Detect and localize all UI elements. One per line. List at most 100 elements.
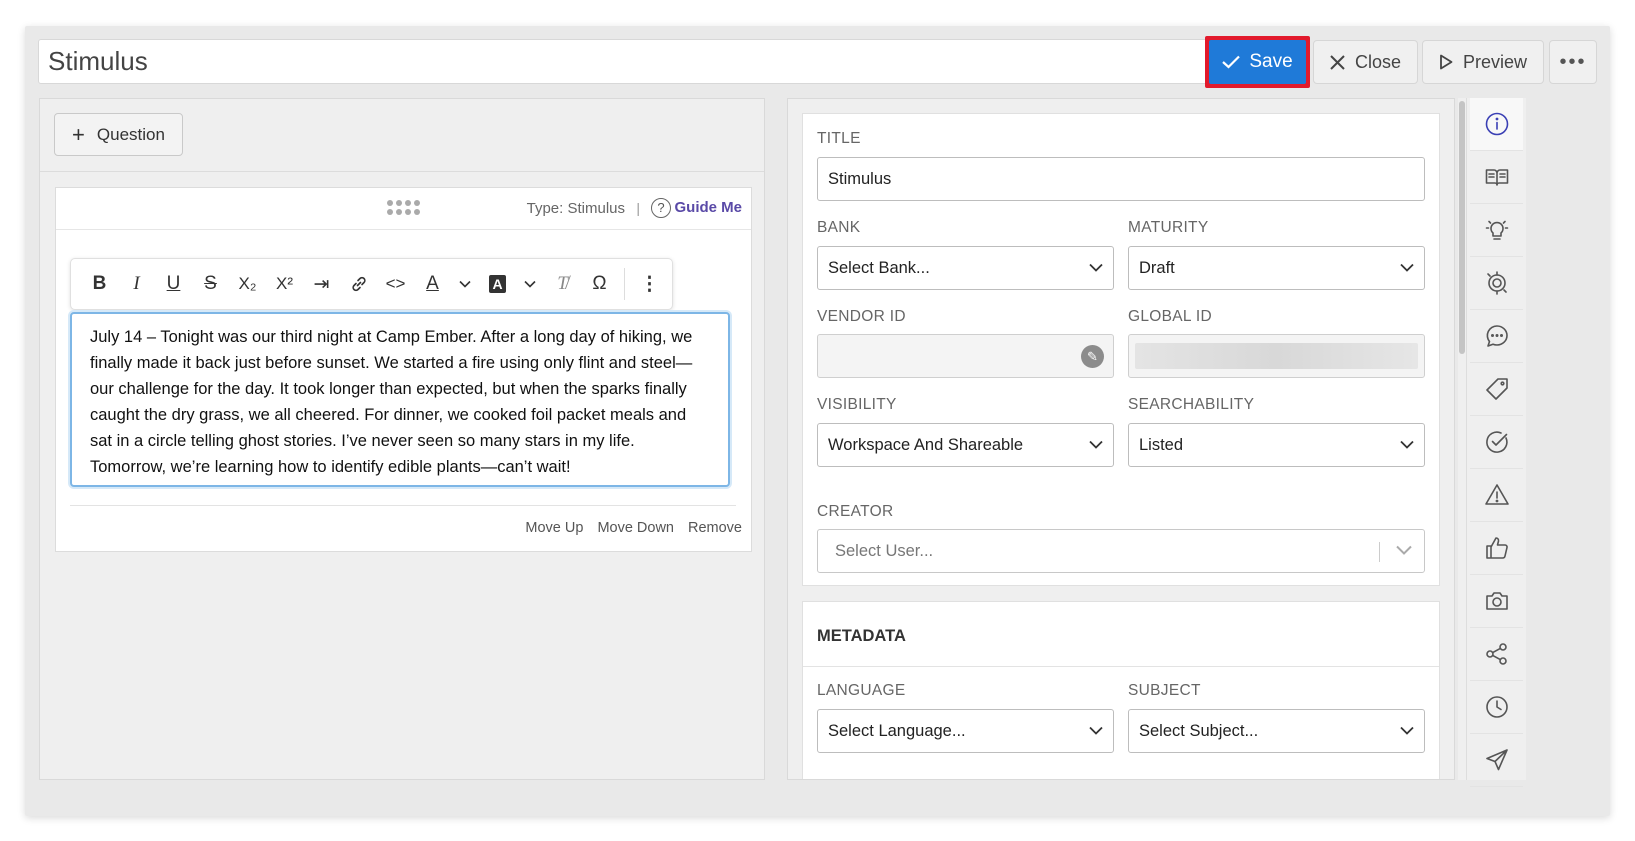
chevron-down-icon <box>524 280 536 288</box>
visibility-select[interactable]: Workspace And Shareable <box>817 423 1114 467</box>
card-header: Type: Stimulus | ? Guide Me <box>56 188 751 230</box>
add-question-button[interactable]: + Question <box>54 113 183 156</box>
drag-handle-icon[interactable] <box>387 200 421 216</box>
rail-book[interactable] <box>1470 151 1523 204</box>
side-rail <box>1466 98 1526 787</box>
redacted-value <box>1135 343 1418 369</box>
check-icon <box>1222 55 1241 69</box>
special-character-button[interactable]: Ω <box>581 268 618 300</box>
tag-icon <box>1485 378 1508 400</box>
preview-label: Preview <box>1462 51 1528 72</box>
language-value: Select Language... <box>828 722 966 740</box>
vendor-id-field[interactable]: ✎ <box>817 334 1114 378</box>
rail-lightbulb[interactable] <box>1470 204 1523 257</box>
link-button[interactable] <box>340 268 377 300</box>
lightbulb-icon <box>1485 220 1508 240</box>
highlight-dropdown[interactable] <box>516 268 544 300</box>
rail-share[interactable] <box>1470 628 1523 681</box>
subject-value: Select Subject... <box>1139 722 1259 740</box>
bank-select[interactable]: Select Bank... <box>817 246 1114 290</box>
divider <box>70 505 736 506</box>
subscript-button[interactable]: X₂ <box>229 268 266 300</box>
creator-label: CREATOR <box>817 503 894 520</box>
highlight-icon: A <box>489 275 506 293</box>
more-toolbar-button[interactable]: ⋮ <box>631 268 668 300</box>
bank-label: BANK <box>817 219 861 236</box>
plus-icon: + <box>72 121 85 147</box>
language-select[interactable]: Select Language... <box>817 709 1114 753</box>
searchability-select[interactable]: Listed <box>1128 423 1425 467</box>
font-color-button[interactable]: A <box>414 268 451 300</box>
maturity-value: Draft <box>1139 259 1175 277</box>
divider <box>40 171 764 172</box>
creator-select[interactable]: Select User... <box>817 529 1425 573</box>
rail-send[interactable] <box>1470 734 1523 787</box>
close-button[interactable]: Close <box>1313 40 1418 84</box>
rail-target[interactable] <box>1470 257 1523 310</box>
help-circle-icon[interactable]: ? <box>651 198 671 218</box>
searchability-label: SEARCHABILITY <box>1128 396 1255 413</box>
chevron-down-icon <box>1400 424 1414 466</box>
item-type-label: Type: Stimulus <box>526 200 625 217</box>
language-label: LANGUAGE <box>817 682 906 699</box>
link-icon <box>351 276 366 292</box>
rail-review[interactable] <box>1470 416 1523 469</box>
stimulus-content-editor[interactable]: July 14 – Tonight was our third night at… <box>70 312 730 487</box>
more-dots-icon: ••• <box>1559 50 1587 73</box>
book-icon <box>1485 169 1508 186</box>
title-field[interactable]: Stimulus <box>817 157 1425 201</box>
chevron-down-icon <box>1089 247 1103 289</box>
italic-button[interactable]: I <box>118 268 155 300</box>
select-divider <box>1379 542 1380 562</box>
rail-warnings[interactable] <box>1470 469 1523 522</box>
rail-history[interactable] <box>1470 681 1523 734</box>
subject-select[interactable]: Select Subject... <box>1128 709 1425 753</box>
chevron-down-icon <box>1400 247 1414 289</box>
edit-pencil-icon[interactable]: ✎ <box>1081 345 1104 368</box>
thumbs-up-icon <box>1485 537 1508 559</box>
global-id-field <box>1128 334 1425 378</box>
move-down-link[interactable]: Move Down <box>597 520 674 536</box>
save-label: Save <box>1249 51 1293 72</box>
rail-tags[interactable] <box>1470 363 1523 416</box>
chevron-down-icon <box>1400 710 1414 752</box>
item-title-input[interactable]: Stimulus <box>38 39 1228 84</box>
code-button[interactable]: <> <box>377 268 414 300</box>
items-panel: + Question Type: Stimulus | ? Guide Me B… <box>39 98 765 780</box>
clock-icon <box>1485 696 1508 718</box>
vendor-id-label: VENDOR ID <box>817 308 906 325</box>
save-button[interactable]: Save <box>1209 40 1306 84</box>
toolbar-divider <box>624 268 625 300</box>
guide-me-link[interactable]: Guide Me <box>674 199 742 216</box>
strikethrough-button[interactable]: S <box>192 268 229 300</box>
panel-splitter[interactable] <box>766 98 780 780</box>
chevron-down-icon <box>1396 530 1412 572</box>
clear-formatting-button[interactable]: T̸ <box>544 268 581 300</box>
visibility-value: Workspace And Shareable <box>828 436 1024 454</box>
bank-value: Select Bank... <box>828 259 930 277</box>
share-icon <box>1485 643 1507 665</box>
highlight-color-button[interactable]: A <box>479 268 516 300</box>
remove-link[interactable]: Remove <box>688 520 742 536</box>
font-color-dropdown[interactable] <box>451 268 479 300</box>
bold-button[interactable]: B <box>81 268 118 300</box>
creator-placeholder: Select User... <box>835 542 934 560</box>
underline-button[interactable]: U <box>155 268 192 300</box>
maturity-select[interactable]: Draft <box>1128 246 1425 290</box>
stimulus-card: Type: Stimulus | ? Guide Me B I U S X₂ X… <box>55 187 752 552</box>
info-icon <box>1485 112 1508 136</box>
indent-button[interactable]: ⇥ <box>303 268 340 300</box>
rail-media[interactable] <box>1470 575 1523 628</box>
rail-info[interactable] <box>1470 98 1523 151</box>
more-options-button[interactable]: ••• <box>1549 40 1597 84</box>
scrollbar-thumb[interactable] <box>1459 101 1465 354</box>
superscript-button[interactable]: X² <box>266 268 303 300</box>
rail-feedback[interactable] <box>1470 522 1523 575</box>
move-up-link[interactable]: Move Up <box>525 520 583 536</box>
rail-comments[interactable] <box>1470 310 1523 363</box>
chevron-down-icon <box>1089 710 1103 752</box>
metadata-title: METADATA <box>817 627 906 645</box>
editor-window: Stimulus Save Close Preview ••• + Questi… <box>25 26 1610 816</box>
preview-button[interactable]: Preview <box>1422 40 1544 84</box>
visibility-label: VISIBILITY <box>817 396 897 413</box>
